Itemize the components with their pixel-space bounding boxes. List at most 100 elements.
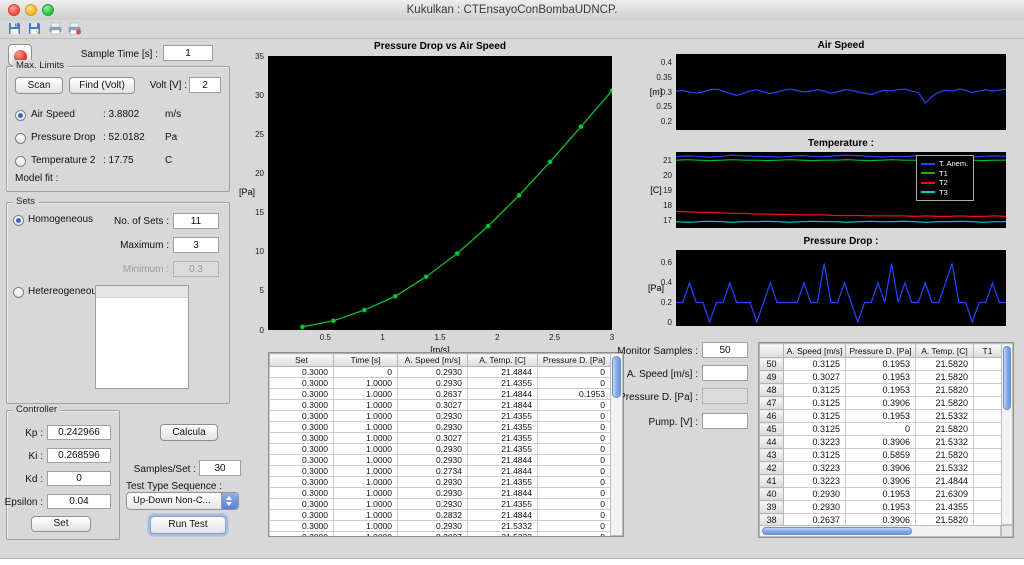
table-row: 390.29300.195321.4355	[760, 501, 1002, 514]
y-axis-tick: 0.25	[640, 102, 672, 111]
table-cell: 0.3000	[270, 433, 334, 444]
table-row: 460.31250.195321.5332	[760, 410, 1002, 423]
monitor-aspeed-label: A. Speed [m/s] :	[627, 369, 698, 380]
find-volt-button[interactable]: Find (Volt)	[69, 77, 135, 94]
table-cell: 0.3027	[784, 371, 846, 384]
zoom-button[interactable]	[42, 4, 54, 16]
no-of-sets-label: No. of Sets :	[114, 216, 169, 227]
x-axis-tick: 1	[367, 333, 399, 342]
pressure-drop-radio[interactable]	[15, 133, 26, 144]
temperature-max-value: : 17.75	[103, 155, 134, 166]
table-cell: 1.0000	[334, 455, 398, 466]
maximum-input[interactable]	[173, 237, 219, 253]
no-of-sets-input[interactable]	[173, 213, 219, 229]
temperature-radio[interactable]	[15, 156, 26, 167]
y-axis-tick: 0.3	[640, 88, 672, 97]
table-cell: 0.1953	[846, 371, 916, 384]
samples-table-vscroll-thumb[interactable]	[612, 356, 621, 398]
monitor-table-hscroll-thumb[interactable]	[762, 527, 912, 535]
table-cell: 0	[538, 477, 611, 488]
y-axis-tick: 0.6	[640, 258, 672, 267]
model-fit-label: Model fit :	[15, 173, 58, 184]
kp-input[interactable]	[47, 425, 111, 440]
table-row: 0.30001.00000.302721.43550	[270, 433, 611, 444]
table-cell: 0.2930	[398, 455, 468, 466]
t3-line	[676, 221, 1006, 222]
monitor-table-hscroll[interactable]	[759, 525, 1001, 537]
scan-button[interactable]: Scan	[15, 77, 63, 94]
save-button[interactable]	[6, 21, 23, 37]
set-button[interactable]: Set	[31, 516, 91, 532]
heterogeneous-sets-listbox[interactable]	[95, 285, 189, 389]
monitor-pump-input[interactable]	[702, 413, 748, 429]
table-cell: 21.4355	[468, 411, 538, 422]
air-speed-plot: Air Speed [m] 0.20.250.30.350.4	[640, 38, 1008, 134]
epsilon-input[interactable]	[47, 494, 111, 509]
column-header: Pressure D. [Pa]	[846, 344, 916, 358]
pressure-vs-speed-marker	[517, 193, 522, 198]
save-as-button[interactable]	[26, 21, 43, 37]
volt-input[interactable]	[189, 77, 221, 93]
table-cell: 0.3000	[270, 466, 334, 477]
table-cell: 1.0000	[334, 477, 398, 488]
monitor-table-vscroll[interactable]	[1001, 343, 1013, 525]
test-type-dropdown[interactable]: Up-Down Non-C...	[126, 492, 239, 510]
table-cell: 0	[538, 400, 611, 411]
pressure-drop-radio-label: Pressure Drop	[31, 132, 95, 143]
homogeneous-radio[interactable]	[13, 215, 24, 226]
table-row: 400.29300.195321.6309	[760, 488, 1002, 501]
monitor-table: A. Speed [m/s]Pressure D. [Pa]A. Temp. […	[759, 343, 1002, 538]
samples-per-set-label: Samples/Set :	[134, 464, 196, 475]
table-cell: 21.4355	[468, 433, 538, 444]
table-row: 410.32230.390621.4844	[760, 475, 1002, 488]
monitor-aspeed-input[interactable]	[702, 365, 748, 381]
table-cell: 0	[538, 444, 611, 455]
table-cell: 0.3000	[270, 455, 334, 466]
ki-input[interactable]	[47, 448, 111, 463]
table-cell: 21.5332	[468, 532, 538, 538]
heterogeneous-radio[interactable]	[13, 287, 24, 298]
save-as-icon	[27, 21, 42, 36]
monitor-samples-label: Monitor Samples :	[617, 346, 698, 357]
table-cell: 0.3125	[784, 410, 846, 423]
column-header: A. Speed [m/s]	[398, 354, 468, 367]
monitor-table-vscroll-thumb[interactable]	[1003, 346, 1011, 410]
close-button[interactable]	[8, 4, 20, 16]
sample-time-input[interactable]	[163, 45, 213, 61]
table-cell: 1.0000	[334, 400, 398, 411]
samples-per-set-input[interactable]	[199, 460, 241, 476]
table-cell: 21.4355	[468, 422, 538, 433]
print-preview-button[interactable]	[66, 21, 83, 37]
table-cell: 1.0000	[334, 532, 398, 538]
legend-line-icon	[921, 182, 935, 184]
minimize-button[interactable]	[25, 4, 37, 16]
main-plot: Pressure Drop vs Air Speed [Pa] [m/s] 05…	[230, 38, 630, 352]
run-test-button[interactable]: Run Test	[150, 516, 226, 534]
print-button[interactable]	[47, 21, 64, 37]
row-number: 42	[760, 462, 784, 475]
y-axis-tick: 0.4	[640, 58, 672, 67]
calcula-button[interactable]: Calcula	[160, 424, 218, 441]
table-cell: 0.3000	[270, 488, 334, 499]
table-cell: 0.3027	[398, 433, 468, 444]
table-cell: 21.5332	[916, 436, 974, 449]
legend-label: T1	[939, 169, 948, 178]
column-header: Set	[270, 354, 334, 367]
table-cell: 1.0000	[334, 466, 398, 477]
table-cell: 21.4844	[468, 389, 538, 400]
legend-item: T3	[921, 188, 968, 198]
controller-title: Controller	[13, 404, 60, 415]
table-cell: 21.5820	[916, 423, 974, 436]
table-cell: 0.3125	[784, 397, 846, 410]
table-cell: 0	[538, 411, 611, 422]
kd-input[interactable]	[47, 471, 111, 486]
air-speed-radio[interactable]	[15, 110, 26, 121]
samples-table-vscroll[interactable]	[610, 353, 623, 536]
save-icon	[7, 21, 22, 36]
table-cell: 21.4844	[468, 466, 538, 477]
monitor-samples-input[interactable]	[702, 342, 748, 358]
table-cell: 0.3000	[270, 477, 334, 488]
table-row: 470.31250.390621.5820	[760, 397, 1002, 410]
table-cell: 21.5332	[916, 462, 974, 475]
table-cell	[974, 371, 1002, 384]
